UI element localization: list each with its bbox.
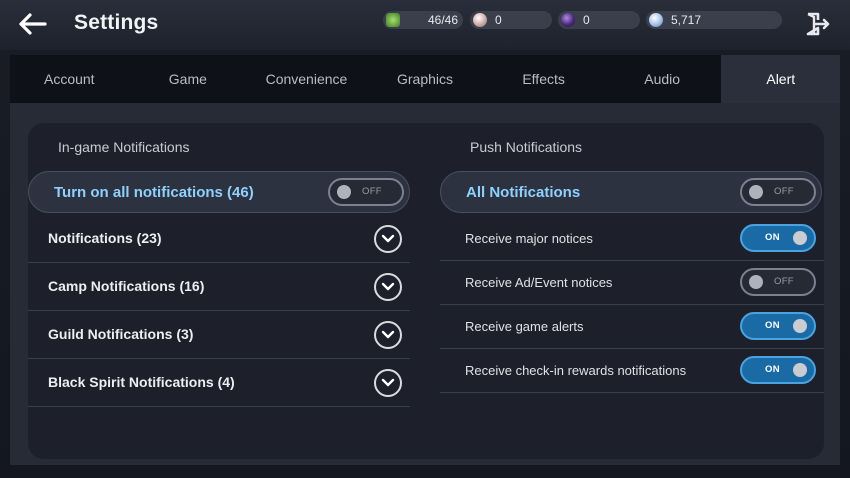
energy-icon [386,13,400,27]
currency-silver: 5,717 [646,11,782,29]
row-label: Receive Ad/Event notices [465,275,613,290]
currency-value: 0 [583,13,590,27]
section-title: In-game Notifications [58,139,190,155]
toggle-state: OFF [774,186,794,197]
section-title: Push Notifications [470,139,583,155]
master-label: All Notifications [466,183,581,201]
toggle-state: ON [765,320,780,331]
chevron-down-icon [381,330,395,339]
top-bar: Settings 46/46 0 0 5,717 [0,0,850,50]
row-label: Notifications (23) [48,230,162,246]
expand-button[interactable] [374,273,402,301]
toggle-knob [749,185,763,199]
notifications-row[interactable]: Notifications (23) [28,215,410,263]
currency-value: 0 [495,13,502,27]
camp-notifications-row[interactable]: Camp Notifications (16) [28,263,410,311]
toggle-knob [337,185,351,199]
tab-alert[interactable]: Alert [721,55,841,103]
chevron-down-icon [381,234,395,243]
receive-check-in-rewards-toggle[interactable]: ON [740,356,816,384]
tab-graphics[interactable]: Graphics [366,55,485,103]
toggle-knob [793,319,807,333]
row-label: Receive game alerts [465,319,584,334]
receive-ad-event-notices-row: Receive Ad/Event notices OFF [440,261,824,305]
toggle-knob [793,231,807,245]
chevron-down-icon [381,282,395,291]
guild-notifications-row[interactable]: Guild Notifications (3) [28,311,410,359]
receive-major-notices-toggle[interactable]: ON [740,224,816,252]
receive-ad-event-notices-toggle[interactable]: OFF [740,268,816,296]
row-label: Receive check-in rewards notifications [465,363,687,378]
tab-effects[interactable]: Effects [484,55,603,103]
black-stone-icon [561,13,575,27]
toggle-knob [749,275,763,289]
settings-tabs: Account Game Convenience Graphics Effect… [10,55,841,103]
turn-on-all-notifications-row: Turn on all notifications (46) OFF [28,171,410,213]
expand-button[interactable] [374,225,402,253]
pearl-icon [473,13,487,27]
toggle-state: ON [765,232,780,243]
arrow-left-icon [19,13,47,35]
currency-value: 46/46 [428,13,459,27]
currency-black-stone: 0 [558,11,640,29]
exit-button[interactable] [802,10,832,38]
alert-settings-card: In-game Notifications Turn on all notifi… [28,123,824,459]
row-label: Black Spirit Notifications (4) [48,374,235,390]
page-title: Settings [74,11,159,34]
row-label: Receive major notices [465,231,593,246]
receive-check-in-rewards-row: Receive check-in rewards notifications O… [440,349,824,393]
expand-button[interactable] [374,369,402,397]
row-label: Camp Notifications (16) [48,278,205,294]
turn-on-all-notifications-toggle[interactable]: OFF [328,178,404,206]
expand-button[interactable] [374,321,402,349]
exit-door-icon [806,12,830,36]
currency-pearl: 0 [470,11,552,29]
tab-audio[interactable]: Audio [603,55,722,103]
silver-coin-icon [649,13,663,27]
currency-value: 5,717 [671,13,702,27]
currency-energy: 46/46 [383,11,463,29]
master-label: Turn on all notifications (46) [54,183,254,201]
toggle-knob [793,363,807,377]
black-spirit-notifications-row[interactable]: Black Spirit Notifications (4) [28,359,410,407]
toggle-state: OFF [362,186,382,197]
receive-game-alerts-toggle[interactable]: ON [740,312,816,340]
all-notifications-toggle[interactable]: OFF [740,178,816,206]
chevron-down-icon [381,378,395,387]
tab-convenience[interactable]: Convenience [247,55,366,103]
all-notifications-row: All Notifications OFF [440,171,822,213]
toggle-state: OFF [774,276,794,287]
receive-major-notices-row: Receive major notices ON [440,217,824,261]
toggle-state: ON [765,364,780,375]
row-label: Guild Notifications (3) [48,326,194,342]
tab-game[interactable]: Game [129,55,248,103]
tab-account[interactable]: Account [10,55,129,103]
receive-game-alerts-row: Receive game alerts ON [440,305,824,349]
alert-panel: In-game Notifications Turn on all notifi… [10,103,840,465]
back-button[interactable] [14,8,50,40]
